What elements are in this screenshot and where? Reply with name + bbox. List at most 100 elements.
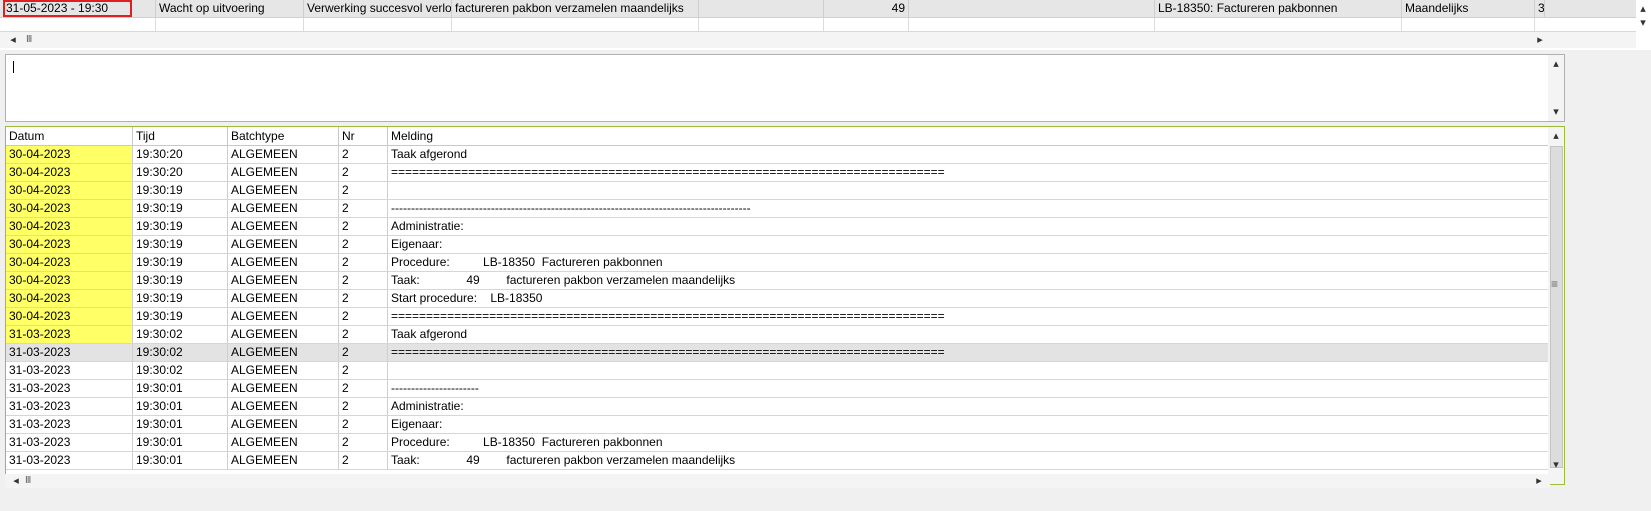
log-row[interactable]: 31-03-2023 19:30:02 ALGEMEEN 2 =============…	[6, 344, 1549, 362]
cell-nr: 2	[339, 434, 388, 451]
scroll-down-icon[interactable]: ▾	[1636, 16, 1650, 30]
job-cell-procedure[interactable]: LB-18350: Factureren pakbonnen	[1155, 0, 1402, 17]
scroll-grip-icon[interactable]: III	[26, 34, 32, 45]
notes-textarea[interactable]: ▴ ▾	[5, 54, 1565, 122]
column-header-tijd[interactable]: Tijd	[133, 127, 228, 145]
cell-datum: 31-03-2023	[6, 398, 133, 415]
log-row[interactable]: 30-04-2023 19:30:19 ALGEMEEN 2 Eigenaar:	[6, 236, 1549, 254]
cell-nr: 2	[339, 380, 388, 397]
cell-datum: 30-04-2023	[6, 182, 133, 199]
column-header-nr[interactable]: Nr	[339, 127, 388, 145]
scroll-down-icon[interactable]: ▾	[1549, 458, 1563, 472]
log-row[interactable]: 30-04-2023 19:30:20 ALGEMEEN 2 Taak afgerond	[6, 146, 1549, 164]
log-row[interactable]: 30-04-2023 19:30:19 ALGEMEEN 2 =============…	[6, 308, 1549, 326]
log-row[interactable]: 30-04-2023 19:30:19 ALGEMEEN 2 -------------…	[6, 200, 1549, 218]
scroll-down-icon[interactable]: ▾	[1549, 105, 1563, 119]
cell-datum: 31-03-2023	[6, 452, 133, 469]
cell-batchtype: ALGEMEEN	[228, 164, 339, 181]
cell-melding: Administratie:	[391, 219, 464, 233]
cell-tijd: 19:30:19	[133, 290, 228, 307]
job-cell-empty-2[interactable]	[909, 0, 1155, 17]
cell-tijd: 19:30:01	[133, 434, 228, 451]
cell-datum: 30-04-2023	[6, 308, 133, 325]
scroll-left-icon[interactable]: ◂	[9, 474, 23, 488]
focus-highlight	[3, 0, 132, 17]
cell-melding: Eigenaar:	[391, 417, 443, 431]
job-cell-result[interactable]: Verwerking succesvol verlopen	[304, 0, 452, 17]
job-row[interactable]: 31-05-2023 - 19:30 Wacht op uitvoering V…	[0, 0, 1636, 18]
cell-datum: 30-04-2023	[6, 290, 133, 307]
job-cell-task-nr[interactable]: 49	[824, 0, 909, 17]
cell-nr: 2	[339, 272, 388, 289]
cell-tijd: 19:30:19	[133, 254, 228, 271]
log-row[interactable]: 30-04-2023 19:30:19 ALGEMEEN 2 Administratie…	[6, 218, 1549, 236]
log-header: Datum Tijd Batchtype Nr Melding	[6, 127, 1549, 146]
job-cell-empty-1[interactable]	[699, 0, 824, 17]
cell-nr: 2	[339, 290, 388, 307]
cell-tijd: 19:30:19	[133, 236, 228, 253]
log-row[interactable]: 30-04-2023 19:30:19 ALGEMEEN 2 Start procedu…	[6, 290, 1549, 308]
column-header-melding[interactable]: Melding	[388, 127, 1549, 145]
scroll-left-icon[interactable]: ◂	[6, 33, 20, 47]
cell-batchtype: ALGEMEEN	[228, 326, 339, 343]
cell-nr: 2	[339, 254, 388, 271]
column-header-datum[interactable]: Datum	[6, 127, 133, 145]
log-row[interactable]: 31-03-2023 19:30:01 ALGEMEEN 2 -------------…	[6, 380, 1549, 398]
cell-nr: 2	[339, 344, 388, 361]
cell-tijd: 19:30:02	[133, 362, 228, 379]
cell-datum: 30-04-2023	[6, 272, 133, 289]
log-row[interactable]: 30-04-2023 19:30:19 ALGEMEEN 2 Taak: 49 fact…	[6, 272, 1549, 290]
log-row[interactable]: 31-03-2023 19:30:02 ALGEMEEN 2	[6, 362, 1549, 380]
scroll-up-icon[interactable]: ▴	[1549, 129, 1563, 143]
scroll-grip-icon[interactable]: ≡	[1551, 277, 1558, 291]
cell-nr: 2	[339, 218, 388, 235]
log-row[interactable]: 31-03-2023 19:30:01 ALGEMEEN 2 Administratie…	[6, 398, 1549, 416]
job-cell-task[interactable]: factureren pakbon verzamelen maandelijks	[452, 0, 699, 17]
cell-datum: 30-04-2023	[6, 164, 133, 181]
log-vertical-scrollbar[interactable]: ▴ ≡ ▾	[1548, 127, 1564, 484]
cell-batchtype: ALGEMEEN	[228, 254, 339, 271]
log-row[interactable]: 30-04-2023 19:30:19 ALGEMEEN 2	[6, 182, 1549, 200]
cell-datum: 30-04-2023	[6, 146, 133, 163]
log-row[interactable]: 31-03-2023 19:30:02 ALGEMEEN 2 Taak afgerond	[6, 326, 1549, 344]
log-row[interactable]: 30-04-2023 19:30:19 ALGEMEEN 2 Procedure: LB…	[6, 254, 1549, 272]
cell-batchtype: ALGEMEEN	[228, 416, 339, 433]
scroll-right-icon[interactable]: ▸	[1533, 33, 1547, 47]
top-horizontal-scrollbar[interactable]: ◂ III ▸	[0, 31, 1636, 48]
cell-batchtype: ALGEMEEN	[228, 344, 339, 361]
job-cell-frequency[interactable]: Maandelijks	[1402, 0, 1535, 17]
cell-datum: 31-03-2023	[6, 380, 133, 397]
cell-nr: 2	[339, 362, 388, 379]
cell-datum: 30-04-2023	[6, 218, 133, 235]
cell-batchtype: ALGEMEEN	[228, 200, 339, 217]
cell-nr: 2	[339, 452, 388, 469]
log-row[interactable]: 30-04-2023 19:30:20 ALGEMEEN 2 =============…	[6, 164, 1549, 182]
cell-datum: 31-03-2023	[6, 416, 133, 433]
cell-datum: 31-03-2023	[6, 434, 133, 451]
scroll-right-icon[interactable]: ▸	[1532, 474, 1546, 488]
cell-melding: ========================================…	[391, 345, 945, 359]
empty-cell	[3, 18, 156, 32]
cell-melding: ----------------------	[391, 381, 479, 395]
cell-tijd: 19:30:01	[133, 380, 228, 397]
cell-melding: Taak: 49 factureren pakbon verzamelen ma…	[391, 273, 736, 287]
cell-tijd: 19:30:01	[133, 398, 228, 415]
cell-batchtype: ALGEMEEN	[228, 236, 339, 253]
log-row[interactable]: 31-03-2023 19:30:01 ALGEMEEN 2 Taak: 49 fact…	[6, 452, 1549, 470]
scroll-up-icon[interactable]: ▴	[1636, 2, 1650, 16]
cell-nr: 2	[339, 200, 388, 217]
log-row[interactable]: 31-03-2023 19:30:01 ALGEMEEN 2 Procedure: LB…	[6, 434, 1549, 452]
log-row[interactable]: 31-03-2023 19:30:01 ALGEMEEN 2 Eigenaar:	[6, 416, 1549, 434]
job-cell-status[interactable]: Wacht op uitvoering	[156, 0, 304, 17]
notes-vertical-scrollbar[interactable]: ▴ ▾	[1548, 55, 1564, 121]
cell-melding	[388, 362, 1549, 379]
scroll-grip-icon[interactable]: III	[25, 475, 31, 486]
log-horizontal-scrollbar[interactable]: ◂ III ▸	[5, 474, 1550, 488]
scroll-thumb[interactable]	[1550, 146, 1563, 468]
column-header-batchtype[interactable]: Batchtype	[228, 127, 339, 145]
cell-datum: 31-03-2023	[6, 344, 133, 361]
cell-datum: 31-03-2023	[6, 362, 133, 379]
job-cell-day[interactable]: 30	[1535, 0, 1545, 17]
scroll-up-icon[interactable]: ▴	[1549, 57, 1563, 71]
empty-cell	[909, 18, 1155, 32]
